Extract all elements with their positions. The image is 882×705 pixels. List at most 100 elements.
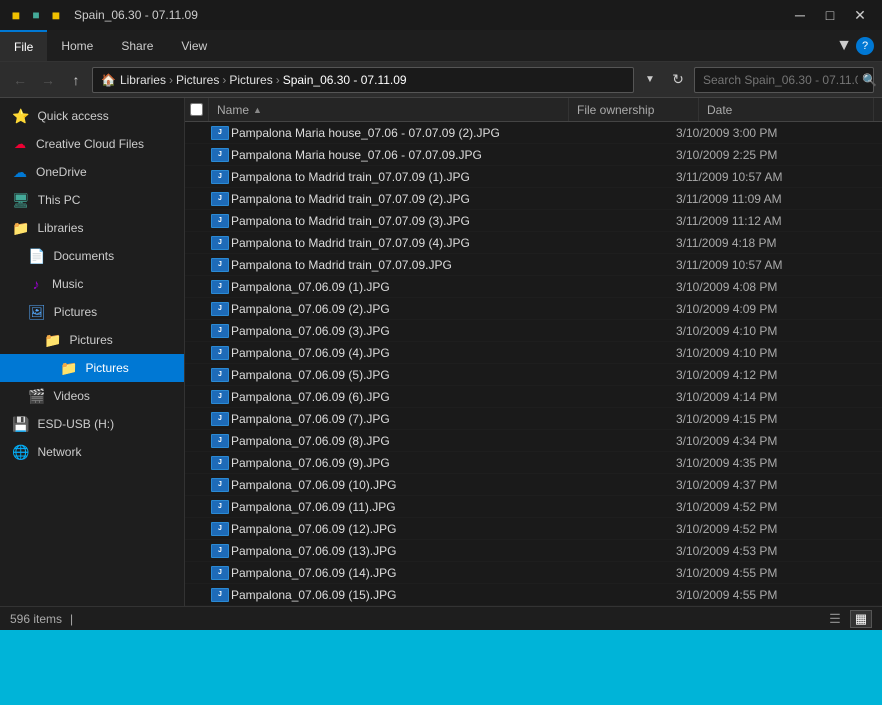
forward-button[interactable]: → [36,68,60,92]
refresh-button[interactable]: ↻ [666,68,690,92]
file-name-2: Pampalona to Madrid train_07.07.09 (1).J… [231,170,546,184]
sidebar-item-libraries[interactable]: 📁 Libraries [0,214,184,242]
file-name-3: Pampalona to Madrid train_07.07.09 (2).J… [231,192,546,206]
file-row[interactable]: J Pampalona_07.06.09 (10).JPG 3/10/2009 … [185,474,882,496]
sidebar-label-pictures-active: Pictures [85,361,128,375]
col-header-name[interactable]: Name ▲ [209,98,569,121]
jpg-icon-8: J [211,302,229,316]
sidebar-item-music[interactable]: ♪ Music [0,270,184,298]
dropdown-btn[interactable]: ▼ [638,68,662,92]
file-name-16: Pampalona_07.06.09 (10).JPG [231,478,546,492]
help-icon[interactable]: ? [856,37,874,55]
maximize-button[interactable]: □ [816,5,844,25]
file-row[interactable]: J Pampalona to Madrid train_07.07.09 (3)… [185,210,882,232]
file-date-9: 3/10/2009 4:10 PM [676,324,882,338]
sidebar-item-pictures-sub[interactable]: 📁 Pictures [0,326,184,354]
title-bar: ■ ■ ■ Spain_06.30 - 07.11.09 ─ □ ✕ [0,0,882,30]
path-pictures1[interactable]: Pictures [176,73,219,87]
sidebar: ⭐ Quick access ☁ Creative Cloud Files ☁ … [0,98,185,606]
file-row[interactable]: J Pampalona_07.06.09 (2).JPG 3/10/2009 4… [185,298,882,320]
close-button[interactable]: ✕ [846,5,874,25]
jpg-icon-17: J [211,500,229,514]
file-row[interactable]: J Pampalona_07.06.09 (12).JPG 3/10/2009 … [185,518,882,540]
app-icon-2: ■ [28,7,44,23]
file-row[interactable]: J Pampalona_07.06.09 (5).JPG 3/10/2009 4… [185,364,882,386]
file-row[interactable]: J Pampalona Maria house_07.06 - 07.07.09… [185,144,882,166]
file-row[interactable]: J Pampalona_07.06.09 (13).JPG 3/10/2009 … [185,540,882,562]
content-area: ⭐ Quick access ☁ Creative Cloud Files ☁ … [0,98,882,630]
expand-icon[interactable]: ▼ [836,37,852,55]
sidebar-item-pictures-active[interactable]: 📁 Pictures [0,354,184,382]
file-row[interactable]: J Pampalona to Madrid train_07.07.09 (1)… [185,166,882,188]
sidebar-label-onedrive: OneDrive [36,165,87,179]
path-pictures2[interactable]: Pictures [229,73,272,87]
file-row[interactable]: J Pampalona to Madrid train_07.07.09 (4)… [185,232,882,254]
file-row[interactable]: J Pampalona_07.06.09 (1).JPG 3/10/2009 4… [185,276,882,298]
file-name-12: Pampalona_07.06.09 (6).JPG [231,390,546,404]
status-bar-right: ☰ ▦ [824,610,872,628]
large-icons-view-btn[interactable]: ▦ [850,610,872,628]
file-row[interactable]: J Pampalona Maria house_07.06 - 07.07.09… [185,122,882,144]
file-icon-11: J [209,368,231,382]
sidebar-item-pictures-lib[interactable]: 🖼 Pictures [0,298,184,326]
file-row[interactable]: J Pampalona_07.06.09 (6).JPG 3/10/2009 4… [185,386,882,408]
menu-tab-share[interactable]: Share [107,30,167,61]
sidebar-item-this-pc[interactable]: 🖥 This PC [0,186,184,214]
file-row[interactable]: J Pampalona_07.06.09 (9).JPG 3/10/2009 4… [185,452,882,474]
file-icon-1: J [209,148,231,162]
file-row[interactable]: J Pampalona to Madrid train_07.07.09 (2)… [185,188,882,210]
search-box[interactable]: 🔍 [694,67,874,93]
minimize-button[interactable]: ─ [786,5,814,25]
file-name-15: Pampalona_07.06.09 (9).JPG [231,456,546,470]
address-bar: ← → ↑ 🏠 Libraries › Pictures › Pictures … [0,62,882,98]
file-row[interactable]: J Pampalona to Madrid train_07.07.09.JPG… [185,254,882,276]
sidebar-item-network[interactable]: 🌐 Network [0,438,184,466]
jpg-icon-13: J [211,412,229,426]
file-name-13: Pampalona_07.06.09 (7).JPG [231,412,546,426]
sidebar-label-network: Network [37,445,81,459]
search-input[interactable] [703,73,858,87]
jpg-icon-14: J [211,434,229,448]
file-row[interactable]: J Pampalona_07.06.09 (14).JPG 3/10/2009 … [185,562,882,584]
file-row[interactable]: J Pampalona_07.06.09 (15).JPG 3/10/2009 … [185,584,882,606]
file-date-3: 3/11/2009 11:09 AM [676,192,882,206]
select-all-checkbox[interactable] [190,103,203,116]
path-current[interactable]: Spain_06.30 - 07.11.09 [283,73,407,87]
sidebar-label-documents: Documents [53,249,114,263]
file-row[interactable]: J Pampalona_07.06.09 (7).JPG 3/10/2009 4… [185,408,882,430]
sidebar-item-onedrive[interactable]: ☁ OneDrive [0,158,184,186]
col-header-date[interactable]: Date [699,98,874,121]
file-name-10: Pampalona_07.06.09 (4).JPG [231,346,546,360]
file-row[interactable]: J Pampalona_07.06.09 (8).JPG 3/10/2009 4… [185,430,882,452]
sidebar-item-documents[interactable]: 📄 Documents [0,242,184,270]
libraries-icon: 📁 [12,220,29,237]
sidebar-item-videos[interactable]: 🎬 Videos [0,382,184,410]
file-date-10: 3/10/2009 4:10 PM [676,346,882,360]
file-row[interactable]: J Pampalona_07.06.09 (3).JPG 3/10/2009 4… [185,320,882,342]
path-libraries[interactable]: Libraries [120,73,166,87]
music-icon: ♪ [28,276,44,292]
up-button[interactable]: ↑ [64,68,88,92]
sidebar-label-quick-access: Quick access [37,109,108,123]
sidebar-item-creative-cloud[interactable]: ☁ Creative Cloud Files [0,130,184,158]
file-date-1: 3/10/2009 2:25 PM [676,148,882,162]
sidebar-item-esd-usb[interactable]: 💾 ESD-USB (H:) [0,410,184,438]
menu-tab-view[interactable]: View [167,30,221,61]
col-header-ownership[interactable]: File ownership [569,98,699,121]
file-icon-3: J [209,192,231,206]
address-path[interactable]: 🏠 Libraries › Pictures › Pictures › Spai… [92,67,634,93]
creative-cloud-icon: ☁ [12,137,28,151]
menu-tab-home[interactable]: Home [47,30,107,61]
item-count: 596 items [10,612,62,626]
back-button[interactable]: ← [8,68,32,92]
menu-tab-file[interactable]: File [0,30,47,61]
esd-usb-icon: 💾 [12,416,29,433]
jpg-icon-16: J [211,478,229,492]
file-row[interactable]: J Pampalona_07.06.09 (11).JPG 3/10/2009 … [185,496,882,518]
file-icon-21: J [209,588,231,602]
col-header-check[interactable] [185,98,209,121]
sidebar-item-quick-access[interactable]: ⭐ Quick access [0,102,184,130]
file-date-11: 3/10/2009 4:12 PM [676,368,882,382]
details-view-btn[interactable]: ☰ [824,610,846,628]
file-row[interactable]: J Pampalona_07.06.09 (4).JPG 3/10/2009 4… [185,342,882,364]
